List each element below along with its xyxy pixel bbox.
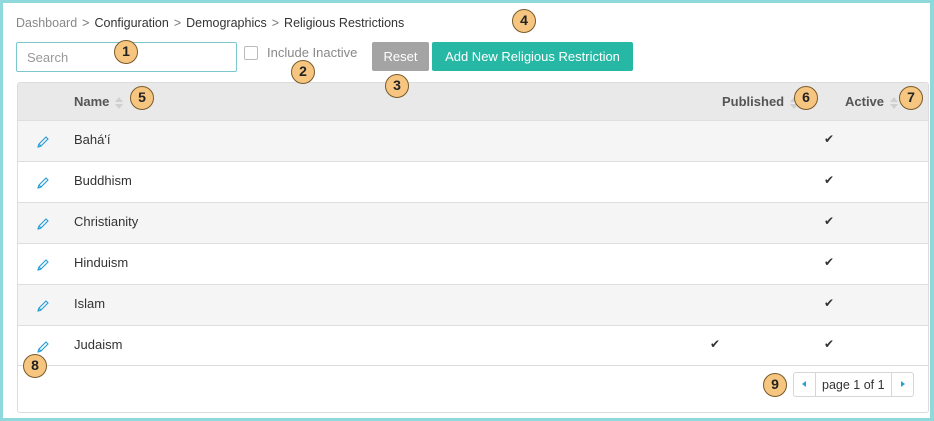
callout-badge-8: 8 — [23, 354, 47, 378]
callout-badge-7: 7 — [899, 86, 923, 110]
row-active: ✔ — [824, 255, 835, 269]
reset-button[interactable]: Reset — [372, 42, 429, 71]
callout-badge-9: 9 — [763, 373, 787, 397]
row-active: ✔ — [824, 214, 835, 228]
sort-icon[interactable] — [115, 96, 124, 109]
chevron-left-icon[interactable] — [794, 373, 816, 396]
callout-badge-2: 2 — [291, 60, 315, 84]
column-header-name[interactable]: Name — [74, 94, 124, 109]
column-header-published[interactable]: Published — [722, 94, 799, 109]
row-name: Hinduism — [74, 255, 129, 270]
table-row: Islam ✔ — [18, 284, 928, 325]
include-inactive-label[interactable]: Include Inactive — [267, 45, 357, 60]
pencil-icon[interactable] — [35, 134, 51, 150]
row-name: Judaism — [74, 337, 123, 352]
breadcrumb: Dashboard > Configuration > Demographics > Rel… — [16, 16, 404, 30]
column-header-active-label: Active — [845, 94, 885, 109]
pencil-icon[interactable] — [35, 175, 51, 191]
row-active: ✔ — [824, 132, 835, 146]
breadcrumb-separator: > — [82, 16, 90, 30]
pencil-icon[interactable] — [35, 216, 51, 232]
row-name: Bahá'í — [74, 132, 111, 147]
sort-icon[interactable] — [890, 96, 899, 109]
column-header-active[interactable]: Active — [845, 94, 899, 109]
breadcrumb-current: Religious Restrictions — [284, 16, 405, 30]
pagination: page 1 of 1 — [793, 372, 914, 397]
breadcrumb-configuration[interactable]: Configuration — [94, 16, 168, 30]
pagination-label: page 1 of 1 — [822, 378, 885, 392]
table-header: Name Published Active — [18, 83, 928, 120]
breadcrumb-separator: > — [173, 16, 182, 30]
callout-badge-1: 1 — [114, 40, 138, 64]
row-published: ✔ — [710, 337, 721, 351]
breadcrumb-separator: > — [271, 16, 280, 30]
row-active: ✔ — [824, 337, 835, 351]
row-active: ✔ — [824, 173, 835, 187]
row-name: Islam — [74, 296, 106, 311]
page-frame: Dashboard > Configuration > Demographics > Rel… — [3, 3, 930, 418]
table-row: Bahá'í ✔ — [18, 120, 928, 161]
pencil-icon[interactable] — [35, 339, 51, 355]
breadcrumb-dashboard[interactable]: Dashboard — [16, 16, 77, 30]
table-row: Judaism ✔ ✔ — [18, 325, 928, 366]
column-header-name-label: Name — [74, 94, 110, 109]
table-row: Christianity ✔ — [18, 202, 928, 243]
pencil-icon[interactable] — [35, 257, 51, 273]
chevron-right-icon[interactable] — [891, 373, 913, 396]
row-name: Christianity — [74, 214, 139, 229]
callout-badge-3: 3 — [385, 74, 409, 98]
callout-badge-6: 6 — [794, 86, 818, 110]
table-row: Hinduism ✔ — [18, 243, 928, 284]
breadcrumb-demographics[interactable]: Demographics — [186, 16, 267, 30]
religious-restrictions-table: Name Published Active Bahá'í ✔ Buddhism … — [17, 82, 929, 413]
add-religious-restriction-button[interactable]: Add New Religious Restriction — [432, 42, 633, 71]
callout-badge-4: 4 — [512, 9, 536, 33]
include-inactive-checkbox[interactable] — [244, 46, 258, 60]
pencil-icon[interactable] — [35, 298, 51, 314]
table-row: Buddhism ✔ — [18, 161, 928, 202]
row-name: Buddhism — [74, 173, 132, 188]
callout-badge-5: 5 — [130, 86, 154, 110]
row-active: ✔ — [824, 296, 835, 310]
column-header-published-label: Published — [722, 94, 785, 109]
